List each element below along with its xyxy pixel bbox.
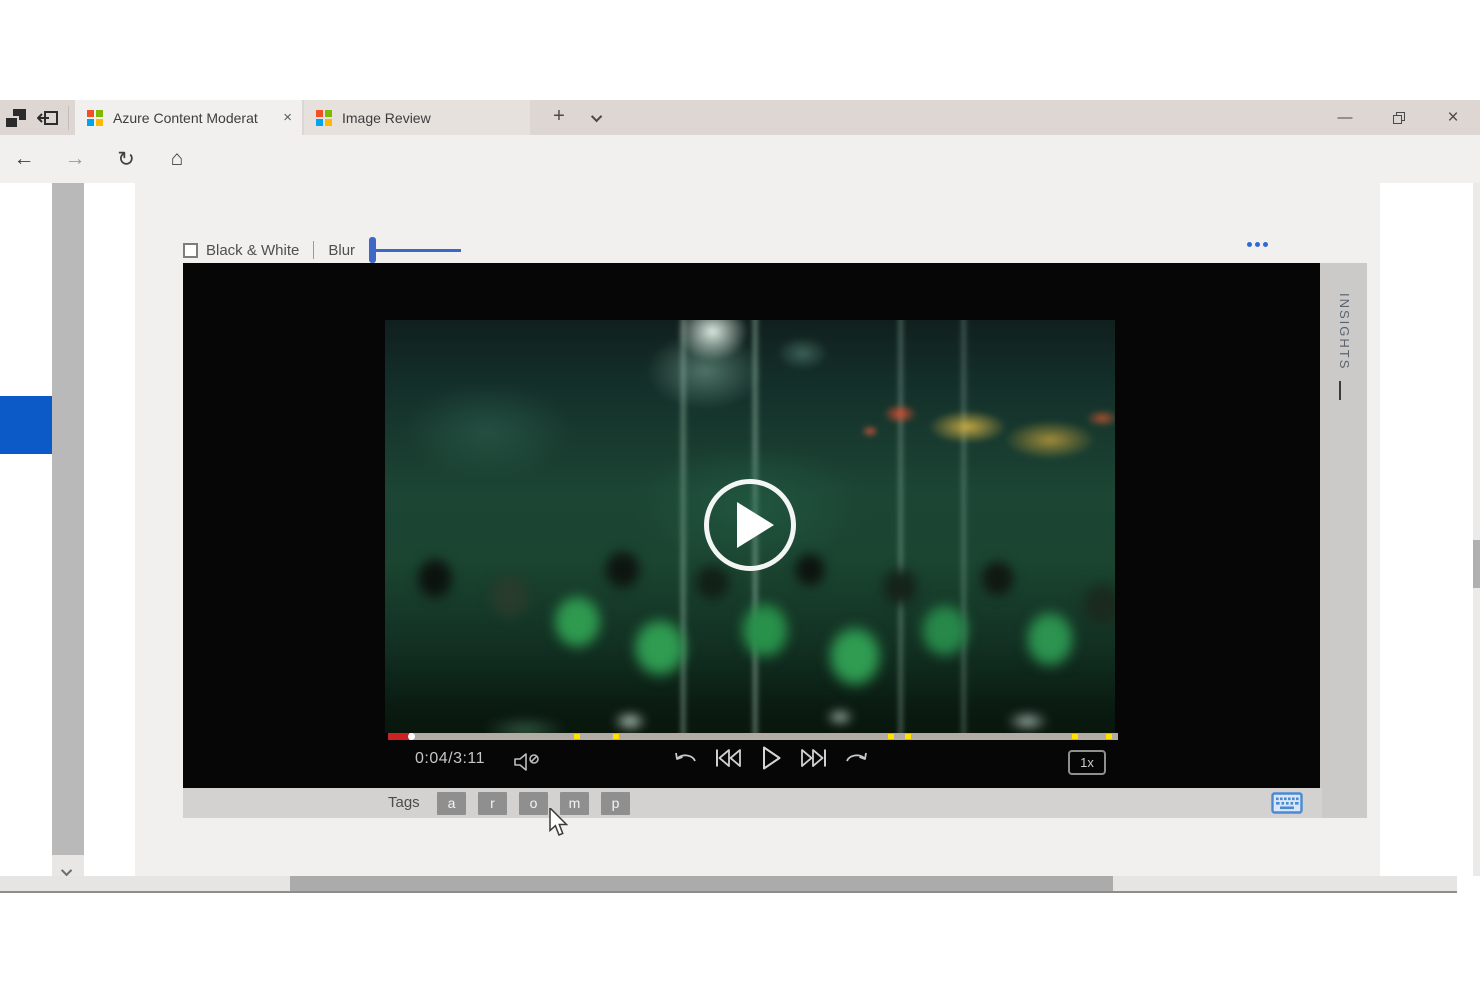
selection-highlight-block bbox=[0, 396, 52, 454]
microsoft-logo-icon bbox=[87, 110, 103, 126]
close-tab-icon[interactable]: × bbox=[273, 109, 302, 126]
mute-button[interactable] bbox=[511, 750, 545, 774]
set-tabs-aside-button[interactable] bbox=[0, 100, 32, 135]
tag-button-p[interactable]: p bbox=[601, 792, 630, 815]
playback-speed-button[interactable]: 1x bbox=[1068, 750, 1106, 775]
redo-button[interactable] bbox=[843, 746, 871, 770]
microsoft-logo-icon bbox=[316, 110, 332, 126]
progress-marker bbox=[905, 734, 911, 739]
mouse-cursor bbox=[548, 808, 570, 843]
video-frame[interactable] bbox=[385, 320, 1115, 733]
play-icon bbox=[737, 502, 774, 548]
page-margin bbox=[1367, 183, 1380, 876]
undo-arrow-icon bbox=[671, 746, 699, 770]
tab-image-review[interactable]: Image Review bbox=[304, 100, 530, 135]
blur-slider[interactable] bbox=[369, 236, 464, 264]
progress-marker bbox=[574, 734, 580, 739]
blur-slider-handle[interactable] bbox=[369, 237, 376, 263]
progress-marker bbox=[888, 734, 894, 739]
tab-azure-content-moderator[interactable]: Azure Content Moderat × bbox=[75, 100, 302, 135]
skip-back-icon bbox=[713, 746, 745, 770]
keyboard-icon bbox=[1271, 792, 1303, 814]
browser-window: Azure Content Moderat × Image Review + —… bbox=[0, 0, 1480, 987]
page-left-margin bbox=[0, 183, 52, 876]
tags-label: Tags bbox=[388, 794, 420, 811]
tag-button-r[interactable]: r bbox=[478, 792, 507, 815]
tag-button-o[interactable]: o bbox=[519, 792, 548, 815]
left-scrollbar[interactable] bbox=[52, 183, 84, 855]
close-button[interactable]: × bbox=[1426, 100, 1480, 135]
volume-muted-icon bbox=[511, 750, 545, 774]
horizontal-scrollbar[interactable] bbox=[0, 876, 1457, 891]
chevron-down-icon bbox=[591, 110, 602, 121]
play-icon bbox=[759, 744, 783, 772]
navigation-toolbar: ← → ↻ ⌂ https://docs.microsoft.com/en-us… bbox=[0, 135, 1480, 183]
restore-icon bbox=[1393, 112, 1405, 124]
more-options-button[interactable] bbox=[1247, 242, 1268, 247]
refresh-button[interactable]: ↻ bbox=[106, 135, 146, 183]
progress-marker bbox=[613, 734, 619, 739]
tab-list-button[interactable] bbox=[584, 100, 612, 135]
minimize-icon: — bbox=[1338, 109, 1353, 126]
black-white-label: Black & White bbox=[206, 242, 299, 259]
forward-icon: → bbox=[65, 147, 86, 171]
insights-panel: INSIGHTS bbox=[1320, 263, 1367, 818]
restore-button[interactable] bbox=[1372, 100, 1426, 135]
forward-button[interactable]: → bbox=[55, 135, 95, 183]
page-vertical-scrollbar[interactable] bbox=[1473, 183, 1480, 876]
progress-marker bbox=[1106, 734, 1112, 739]
new-tab-button[interactable]: + bbox=[545, 100, 573, 135]
time-display: 0:04/3:11 bbox=[415, 750, 485, 768]
blur-label: Blur bbox=[328, 242, 355, 259]
restore-tabs-icon bbox=[37, 108, 59, 128]
divider bbox=[68, 106, 69, 130]
progress-played bbox=[388, 733, 409, 740]
tag-button-a[interactable]: a bbox=[437, 792, 466, 815]
back-icon: ← bbox=[14, 147, 35, 171]
insights-expand-button[interactable] bbox=[1339, 381, 1341, 399]
tabs-aside-icon bbox=[6, 109, 26, 127]
progress-handle[interactable] bbox=[408, 733, 415, 740]
chevron-left-icon bbox=[1339, 381, 1341, 400]
play-overlay-button[interactable] bbox=[704, 479, 796, 571]
next-frame-button[interactable] bbox=[797, 746, 829, 770]
progress-marker bbox=[1072, 734, 1078, 739]
blur-slider-track bbox=[373, 249, 461, 252]
tab-label: Image Review bbox=[342, 110, 530, 126]
home-button[interactable]: ⌂ bbox=[157, 135, 197, 183]
scrollbar-thumb[interactable] bbox=[290, 876, 1113, 891]
keyboard-shortcuts-button[interactable] bbox=[1271, 792, 1303, 814]
chevron-down-icon bbox=[61, 864, 72, 875]
previous-frame-button[interactable] bbox=[713, 746, 745, 770]
video-player: 0:04/3:11 bbox=[183, 263, 1320, 788]
tags-bar: Tags a r o m p bbox=[183, 788, 1322, 818]
home-icon: ⌂ bbox=[171, 147, 184, 171]
black-white-checkbox[interactable] bbox=[183, 243, 198, 258]
page-right-margin bbox=[1380, 183, 1473, 876]
insights-label: INSIGHTS bbox=[1337, 293, 1352, 370]
tab-label: Azure Content Moderat bbox=[113, 110, 273, 126]
minimize-button[interactable]: — bbox=[1318, 100, 1372, 135]
play-button[interactable] bbox=[759, 744, 783, 772]
divider bbox=[0, 891, 1457, 893]
seek-bar[interactable] bbox=[388, 733, 1118, 740]
back-button[interactable]: ← bbox=[4, 135, 44, 183]
refresh-icon: ↻ bbox=[117, 147, 135, 172]
undo-button[interactable] bbox=[671, 746, 699, 770]
page-margin bbox=[84, 183, 135, 876]
divider bbox=[313, 241, 314, 259]
restore-tabs-button[interactable] bbox=[32, 100, 64, 135]
scrollbar-thumb[interactable] bbox=[1473, 540, 1480, 588]
skip-forward-icon bbox=[797, 746, 829, 770]
redo-arrow-icon bbox=[843, 746, 871, 770]
close-icon: × bbox=[1447, 107, 1458, 129]
tab-bar: Azure Content Moderat × Image Review + —… bbox=[0, 100, 1480, 135]
